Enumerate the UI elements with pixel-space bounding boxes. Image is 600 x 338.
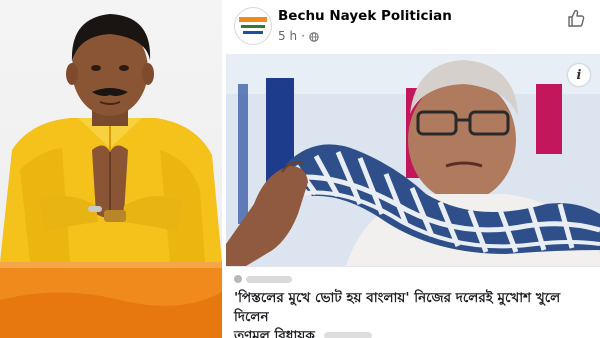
headline-blurred-text [323,332,372,338]
globe-icon [309,31,319,42]
post-image[interactable]: i [226,54,600,266]
source-logo-icon [234,275,242,283]
page-avatar[interactable] [234,7,272,45]
post-header: Bechu Nayek Politician 5 h · [226,0,600,52]
info-icon[interactable]: i [568,64,590,86]
post-meta: 5 h · [278,29,319,43]
headline-line-1: 'পিস্তলের মুখে ভোট হয় বাংলায়' নিজের দল… [234,290,561,325]
headline-line-2: তৃণমূল বিধায়ক [234,328,315,338]
facebook-post: Bechu Nayek Politician 5 h · i 'পিস্তলের… [226,0,600,338]
source-blurred-text [246,275,292,283]
post-time[interactable]: 5 h [278,29,297,43]
thumbs-up-icon[interactable] [566,8,586,28]
page-name[interactable]: Bechu Nayek Politician [278,8,452,24]
link-source [234,275,292,283]
avatar-band-green [241,25,265,28]
portrait-illustration [0,14,222,338]
link-headline[interactable]: 'পিস্তলের মুখে ভোট হয় বাংলায়' নিজের দল… [234,289,594,338]
avatar-band-blue [243,31,263,34]
link-preview[interactable]: 'পিস্তলের মুখে ভোট হয় বাংলায়' নিজের দল… [226,266,600,338]
left-portrait-photo [0,0,222,338]
news-photo-illustration [226,54,600,266]
meta-separator: · [301,29,305,43]
avatar-band-orange [239,17,267,22]
